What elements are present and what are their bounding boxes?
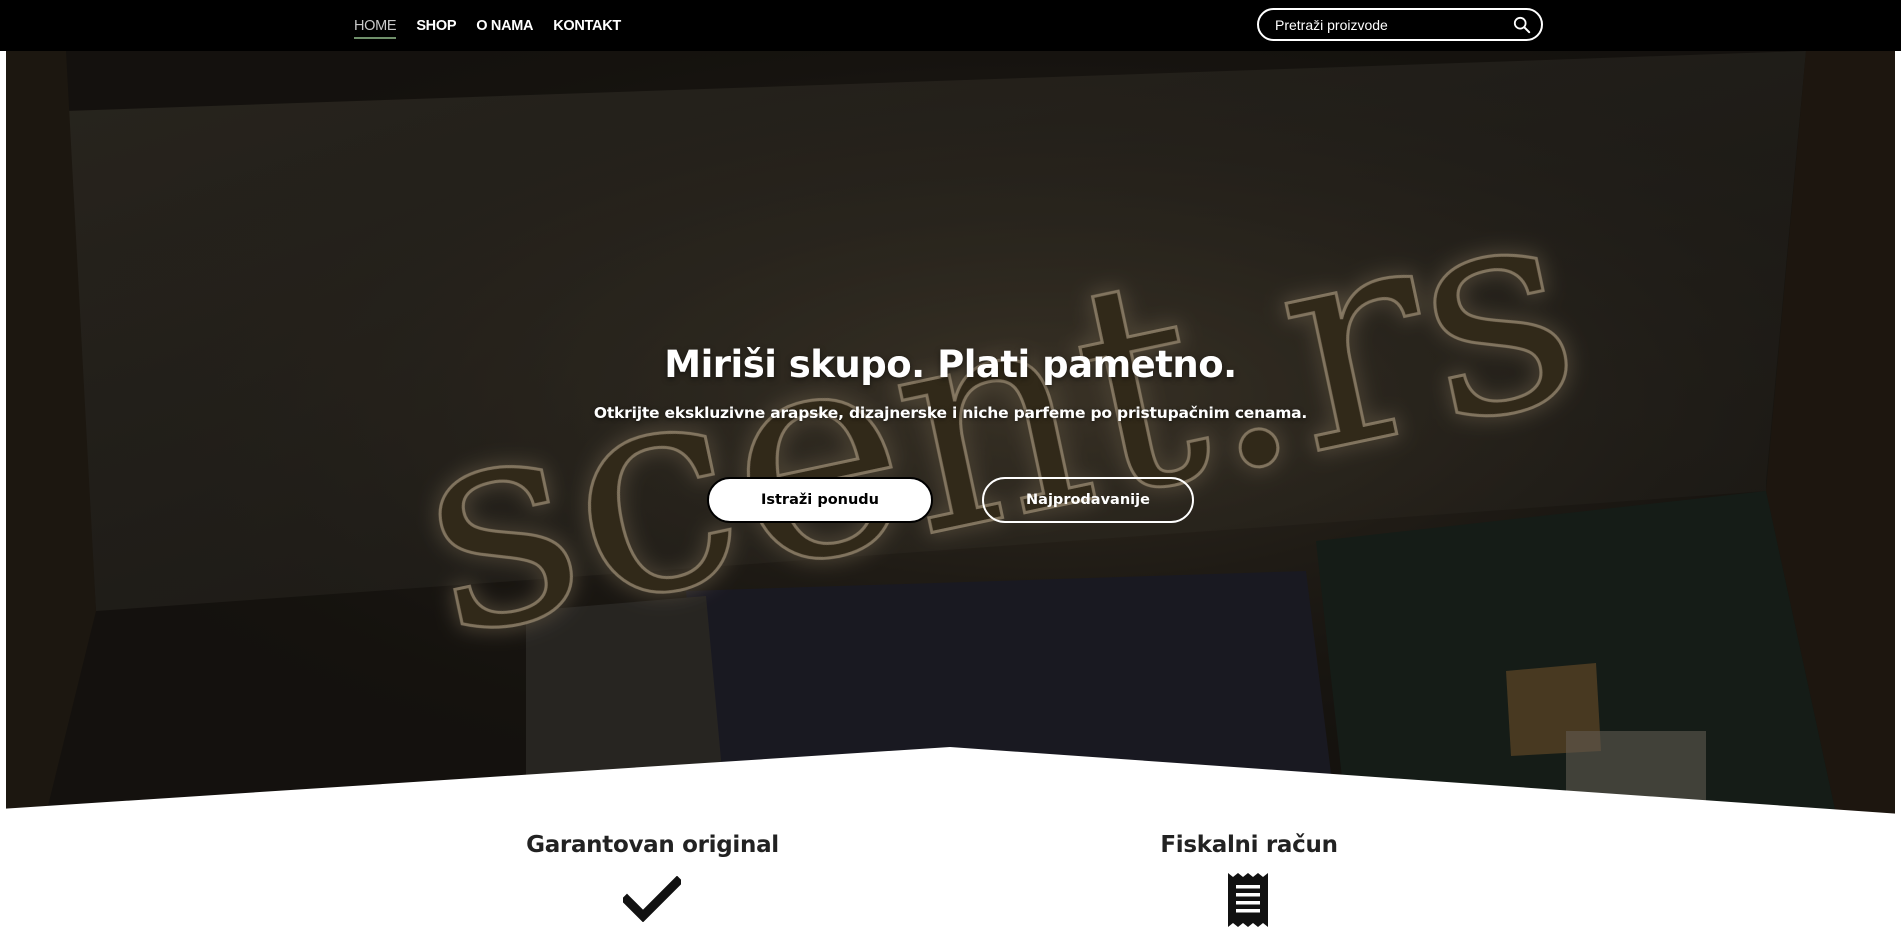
nav-contact[interactable]: KONTAKT [553, 18, 621, 34]
section-divider [0, 747, 1901, 820]
nav-shop[interactable]: SHOP [416, 18, 456, 34]
nav-about[interactable]: O NAMA [476, 18, 533, 34]
main-nav: HOME SHOP O NAMA KONTAKT [354, 0, 641, 51]
bestsellers-button[interactable]: Najprodavanije [982, 477, 1194, 523]
nav-home[interactable]: HOME [354, 18, 397, 39]
feature-original-title: Garantovan original [526, 832, 779, 858]
hero-banner: scent.rs Miriši skupo. Plati pametno. Ot… [6, 51, 1895, 814]
checkmark-icon [623, 876, 681, 922]
search-box [1257, 8, 1543, 41]
top-navigation-bar: HOME SHOP O NAMA KONTAKT [0, 0, 1901, 51]
hero-subtitle: Otkrijte ekskluzivne arapske, dizajnersk… [593, 404, 1308, 422]
search-input[interactable] [1273, 15, 1507, 34]
search-icon[interactable] [1513, 16, 1531, 34]
hero-title: Miriši skupo. Plati pametno. [664, 343, 1237, 386]
receipt-icon [1228, 873, 1268, 927]
explore-offer-button[interactable]: Istraži ponudu [707, 477, 933, 523]
feature-receipt-title: Fiskalni račun [1160, 832, 1338, 858]
hero-overlay [6, 51, 1895, 814]
